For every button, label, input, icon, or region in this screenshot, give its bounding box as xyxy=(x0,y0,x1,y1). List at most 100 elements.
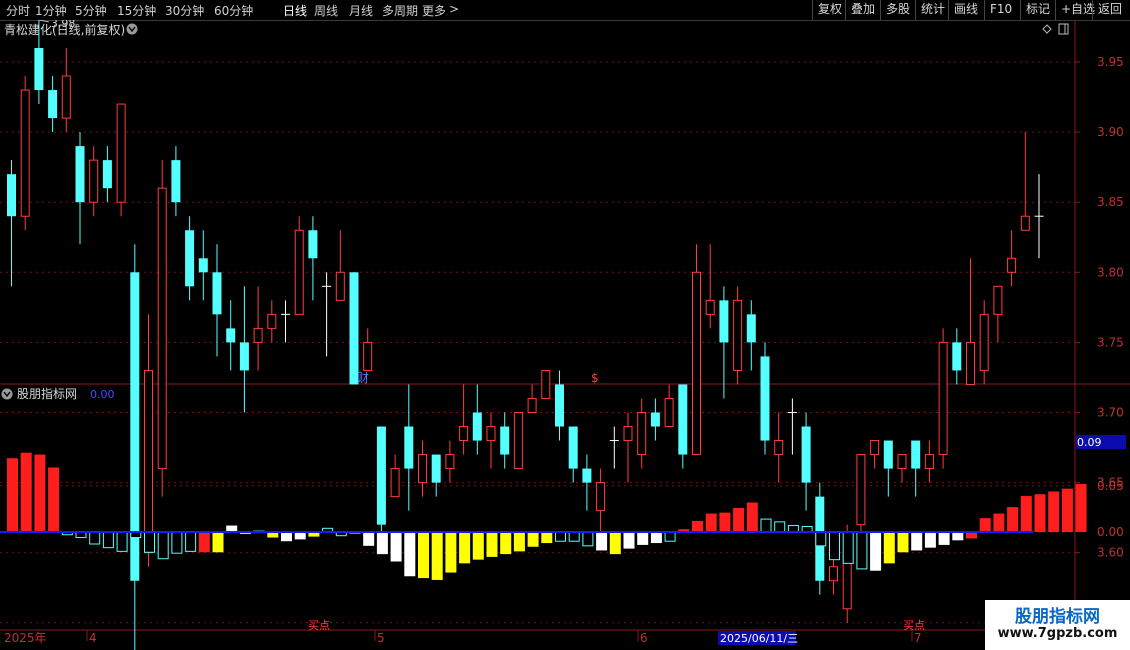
candle xyxy=(856,454,866,539)
candle-body xyxy=(883,440,893,469)
candle xyxy=(678,384,688,469)
time-label: 7 xyxy=(914,631,922,645)
candle-body xyxy=(239,342,249,371)
candle xyxy=(746,300,756,371)
indicator-bar xyxy=(363,532,375,546)
dropdown-icon[interactable] xyxy=(126,23,138,35)
candle xyxy=(692,244,701,456)
candle-body xyxy=(801,426,811,483)
candle xyxy=(294,216,304,315)
candle xyxy=(116,103,126,217)
indicator-bar xyxy=(650,532,662,544)
indicator-bar xyxy=(924,532,936,548)
candle xyxy=(993,285,1003,343)
toolbar-button-2[interactable]: 多股 xyxy=(880,0,915,20)
indicator-bar xyxy=(1048,491,1060,532)
period-tab-1[interactable]: 1分钟 xyxy=(35,2,67,19)
indicator-bar xyxy=(596,532,608,551)
candle xyxy=(102,146,112,203)
candle-body xyxy=(897,454,907,470)
dividend-marker: $ xyxy=(591,371,599,385)
period-tab-10[interactable]: 更多 xyxy=(422,2,446,19)
period-tab-2[interactable]: 5分钟 xyxy=(75,2,107,19)
kline-chart: 3.953.903.853.803.753.703.653.603.550.05… xyxy=(0,20,1130,650)
candle xyxy=(664,384,674,428)
indicator-bar xyxy=(1007,507,1019,532)
candle xyxy=(801,412,811,511)
candle-body xyxy=(116,103,126,203)
grid-lines xyxy=(0,20,1130,650)
toolbar-button-5[interactable]: F10 xyxy=(984,0,1017,20)
candle xyxy=(431,454,441,497)
candle-body xyxy=(746,314,756,343)
candle-body xyxy=(924,454,934,470)
toolbar-button-6[interactable]: 标记 xyxy=(1020,0,1055,20)
candle-body xyxy=(705,299,715,315)
period-tab-0[interactable]: 分时 xyxy=(6,2,30,19)
candle-body xyxy=(48,90,58,119)
candle xyxy=(883,440,893,497)
candle xyxy=(267,300,277,343)
candle xyxy=(541,369,551,399)
price-tick-label: 3.70 xyxy=(1097,406,1124,420)
indicator-bars-layer xyxy=(0,452,1087,580)
main-panel-title: 青松建化(日线,前复权) xyxy=(4,22,125,37)
window-icon[interactable] xyxy=(1058,23,1069,35)
candle-body xyxy=(856,454,866,526)
candle-body xyxy=(349,272,359,385)
candle xyxy=(335,230,345,301)
period-tab-8[interactable]: 月线 xyxy=(349,2,373,19)
indicator-bar xyxy=(541,532,553,544)
candle xyxy=(979,300,989,385)
toolbar-button-4[interactable]: 画线 xyxy=(948,0,983,20)
candle xyxy=(130,244,140,650)
price-tick-label: 3.75 xyxy=(1097,335,1124,349)
toolbar-button-0[interactable]: 复权 xyxy=(812,0,847,20)
candle xyxy=(322,272,332,357)
indicator-bar xyxy=(486,532,498,557)
candle xyxy=(459,384,469,455)
candle xyxy=(404,384,414,511)
toolbar-button-1[interactable]: 叠加 xyxy=(845,0,880,20)
price-tick-label: 3.90 xyxy=(1097,125,1124,139)
candle xyxy=(527,384,537,414)
candle-body xyxy=(75,146,85,203)
candle-body xyxy=(760,356,770,441)
candle-body xyxy=(664,397,674,428)
indicator-bar xyxy=(34,454,46,532)
candle-body xyxy=(527,397,537,414)
period-tab-9[interactable]: 多周期 xyxy=(382,2,418,19)
candle xyxy=(48,76,58,133)
indicator-bar xyxy=(1020,496,1032,532)
indicator-bar xyxy=(870,532,882,571)
indicator-bar xyxy=(774,521,786,533)
indicator-bar xyxy=(555,531,566,542)
more-chevron-icon[interactable]: > xyxy=(449,2,459,16)
period-tab-3[interactable]: 15分钟 xyxy=(117,2,156,19)
diamond-icon[interactable] xyxy=(1042,24,1052,34)
period-tab-7[interactable]: 周线 xyxy=(314,2,338,19)
toolbar-button-3[interactable]: 统计 xyxy=(915,0,950,20)
candle-body xyxy=(253,327,263,343)
candle-body xyxy=(911,440,921,469)
indicator-bar xyxy=(637,532,649,545)
toolbar-button-8[interactable]: 返回 xyxy=(1092,0,1127,20)
candle xyxy=(1007,230,1017,287)
indicator-bar xyxy=(171,531,183,554)
watermark-url: www.7gpzb.com xyxy=(997,626,1118,641)
buy-point-label: 买点 xyxy=(308,619,330,632)
candle xyxy=(513,412,523,470)
time-label: 4 xyxy=(89,631,97,645)
candle xyxy=(363,328,373,371)
indicator-dropdown-icon[interactable] xyxy=(1,388,13,400)
candle-body xyxy=(623,426,633,442)
period-tab-4[interactable]: 30分钟 xyxy=(165,2,204,19)
period-tab-6[interactable]: 日线 xyxy=(283,2,307,19)
candle-body xyxy=(376,426,386,525)
period-tab-5[interactable]: 60分钟 xyxy=(214,2,253,19)
candle-body xyxy=(952,342,962,371)
indicator-bar xyxy=(760,518,772,533)
indicator-bar xyxy=(705,513,717,532)
indicator-bar xyxy=(472,532,484,560)
candle xyxy=(938,328,948,469)
